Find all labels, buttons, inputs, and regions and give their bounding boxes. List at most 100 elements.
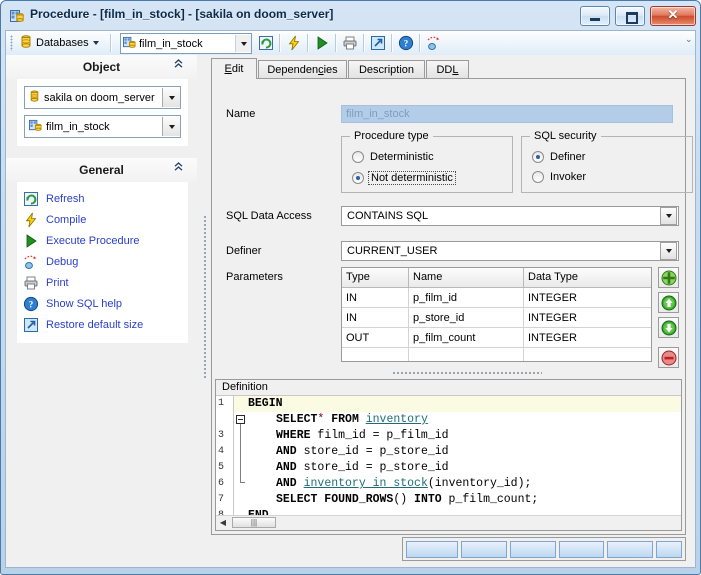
close-button[interactable]: ✕	[650, 6, 696, 26]
sidebar-item-restore-default-size[interactable]: Restore default size	[23, 314, 182, 335]
move-parameter-up-button[interactable]	[658, 292, 679, 313]
debug-button[interactable]	[423, 33, 445, 53]
help-button[interactable]: ?	[395, 33, 417, 53]
window-client-area: Databases film_in_stock	[5, 30, 696, 568]
sidebar-item-show-sql-help[interactable]: ? Show SQL help	[23, 293, 182, 314]
column-header-name[interactable]: Name	[409, 268, 524, 288]
object-panel-body: sakila on doom_server	[17, 79, 188, 146]
sidebar-item-refresh[interactable]: Refresh	[23, 188, 182, 209]
minimize-button[interactable]	[580, 6, 610, 26]
svg-text:?: ?	[404, 39, 409, 49]
code-token: (inventory_id);	[428, 477, 532, 490]
horizontal-splitter[interactable]	[392, 371, 542, 375]
radio-definer[interactable]: Definer	[532, 151, 585, 163]
sidebar-item-label: Show SQL help	[46, 298, 122, 310]
code-line: SELECT* FROM inventory	[234, 412, 681, 428]
sql-data-access-dropdown-button[interactable]	[660, 207, 677, 225]
databases-menu-button[interactable]: Databases	[18, 33, 100, 53]
collapse-chevron-icon[interactable]	[174, 59, 183, 70]
sidebar-item-print[interactable]: Print	[23, 272, 182, 293]
editor-tab-panel: Edit Dependencies Description DDL Name	[211, 58, 686, 535]
cell-type[interactable]: IN	[342, 288, 409, 308]
code-token	[297, 477, 304, 490]
object-combo-dropdown-button[interactable]	[162, 117, 180, 136]
chevron-down-icon	[169, 125, 175, 129]
object-combo[interactable]: film_in_stock	[24, 115, 181, 138]
maximize-button[interactable]	[615, 6, 645, 26]
object-panel-header[interactable]: Object	[6, 55, 197, 79]
cell-empty[interactable]	[409, 348, 524, 363]
chevron-down-icon	[666, 214, 672, 218]
sidebar-item-compile[interactable]: Compile	[23, 209, 182, 230]
table-row[interactable]: IN p_store_id INTEGER	[342, 308, 651, 328]
definer-dropdown-button[interactable]	[660, 242, 677, 260]
column-header-type[interactable]: Type	[342, 268, 409, 288]
general-panel-header[interactable]: General	[6, 158, 197, 182]
object-combo-value: film_in_stock	[139, 38, 235, 50]
code-token: inventory in stock	[304, 477, 428, 490]
sidebar-item-debug[interactable]: Debug	[23, 251, 182, 272]
table-row[interactable]: OUT p_film_count INTEGER	[342, 328, 651, 348]
table-row[interactable]: IN p_film_id INTEGER	[342, 288, 651, 308]
cell-type[interactable]: OUT	[342, 328, 409, 348]
remove-parameter-button[interactable]	[658, 347, 679, 368]
code-token: AND	[276, 477, 297, 490]
cell-name[interactable]: p_film_count	[409, 328, 524, 348]
sql-data-access-combo[interactable]: CONTAINS SQL	[341, 206, 679, 226]
vertical-splitter[interactable]	[203, 215, 207, 380]
toolbar-grip[interactable]	[10, 35, 13, 51]
refresh-button[interactable]	[255, 33, 277, 53]
compile-button[interactable]	[283, 33, 305, 53]
code-line: SELECT FOUND_ROWS() INTO p_film_count;	[234, 492, 681, 508]
name-input[interactable]: film_in_stock	[341, 105, 673, 123]
cell-name[interactable]: p_film_id	[409, 288, 524, 308]
cell-empty[interactable]	[342, 348, 409, 363]
cell-data-type[interactable]: INTEGER	[524, 288, 652, 308]
move-parameter-down-button[interactable]	[658, 317, 679, 338]
scrollbar-thumb[interactable]: |||	[232, 517, 276, 528]
database-combo[interactable]: sakila on doom_server	[24, 86, 181, 109]
sidebar-item-execute-procedure[interactable]: Execute Procedure	[23, 230, 182, 251]
print-button[interactable]	[339, 33, 361, 53]
cell-type[interactable]: IN	[342, 308, 409, 328]
radio-invoker[interactable]: Invoker	[532, 171, 586, 183]
object-selector-combo[interactable]: film_in_stock	[120, 33, 252, 54]
add-parameter-button[interactable]	[658, 267, 679, 288]
code-text-area[interactable]: BEGINSELECT* FROM inventoryWHERE film_id…	[234, 396, 681, 516]
procedure-icon	[10, 9, 24, 23]
cell-data-type[interactable]: INTEGER	[524, 308, 652, 328]
sidebar-item-label: Compile	[46, 214, 86, 226]
definer-value: CURRENT_USER	[342, 245, 660, 257]
tab-ddl[interactable]: DDL	[426, 60, 469, 78]
window-title: Procedure - [film_in_stock] - [sakila on…	[30, 7, 333, 21]
collapse-chevron-icon[interactable]	[174, 162, 183, 173]
cell-name[interactable]: p_store_id	[409, 308, 524, 328]
definer-combo[interactable]: CURRENT_USER	[341, 241, 679, 261]
tab-description[interactable]: Description	[348, 60, 425, 78]
sql-security-title: SQL security	[530, 130, 601, 142]
toolbar-overflow-button[interactable]: ⌄	[685, 34, 692, 52]
cell-data-type[interactable]: INTEGER	[524, 328, 652, 348]
cell-empty[interactable]	[524, 348, 652, 363]
procedure-icon	[29, 119, 42, 135]
general-panel-body: Refresh Compile	[17, 182, 188, 343]
tab-edit[interactable]: Edit	[211, 58, 257, 79]
scroll-left-arrow-icon[interactable]: ◀	[217, 517, 229, 528]
parameters-grid[interactable]: Type Name Data Type IN p_film_id INTEGER	[341, 267, 652, 362]
tab-dependencies[interactable]: Dependencies	[258, 60, 347, 78]
database-combo-value: sakila on doom_server	[44, 92, 162, 104]
tab-strip: Edit Dependencies Description DDL	[211, 58, 686, 78]
restore-size-button[interactable]	[367, 33, 389, 53]
editor-horizontal-scrollbar[interactable]: ◀ |||	[216, 515, 681, 530]
code-editor[interactable]: 1 3 4 5 6 7 8	[216, 396, 681, 516]
radio-deterministic[interactable]: Deterministic	[352, 151, 434, 163]
object-combo-dropdown-button[interactable]	[235, 35, 251, 52]
column-header-data-type[interactable]: Data Type	[524, 268, 652, 288]
code-line: AND store_id = p_store_id	[234, 460, 681, 476]
definition-editor[interactable]: Definition 1 3 4 5 6 7 8	[215, 379, 682, 531]
table-row-empty[interactable]	[342, 348, 651, 363]
database-combo-dropdown-button[interactable]	[162, 88, 180, 107]
sidebar-item-label: Execute Procedure	[46, 235, 140, 247]
execute-button[interactable]	[311, 33, 333, 53]
radio-not-deterministic[interactable]: Not deterministic	[352, 171, 454, 185]
